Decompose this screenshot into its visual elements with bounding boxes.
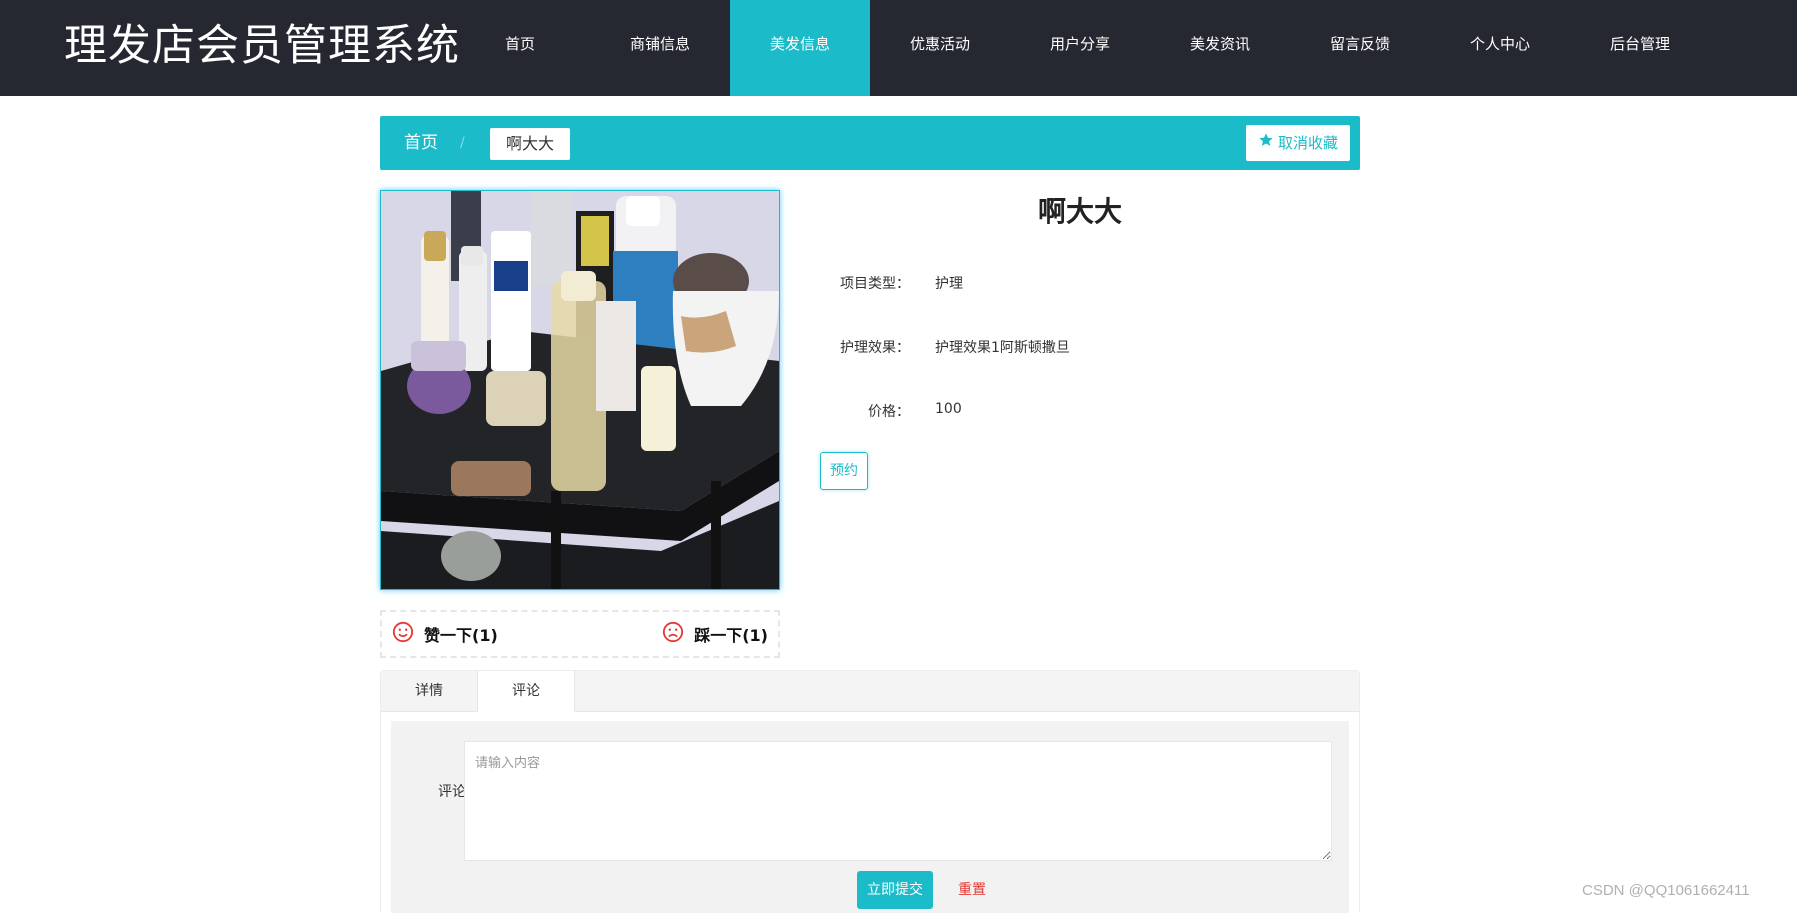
app-title: 理发店会员管理系统 — [64, 21, 460, 71]
comment-form: 评论 立即提交 重置 — [391, 721, 1349, 913]
info-label-type: 项目类型： — [840, 276, 910, 292]
product-title: 啊大大 — [1037, 195, 1122, 228]
info-row-price: 价格： 100 — [820, 401, 1340, 425]
info-label-effect: 护理效果： — [840, 340, 910, 356]
watermark: CSDN @QQ1061662411 — [1582, 882, 1750, 899]
unfavorite-label: 取消收藏 — [1277, 134, 1338, 152]
info-value-effect: 护理效果1阿斯顿撒旦 — [935, 340, 1070, 356]
product-image — [380, 190, 780, 590]
info-label-price: 价格： — [868, 404, 910, 420]
breadcrumb: 首页 / 啊大大 取消收藏 — [380, 116, 1360, 170]
dislike-label: 踩一下(1) — [694, 626, 768, 645]
smile-icon — [392, 621, 414, 647]
nav-item-home[interactable]: 首页 — [450, 0, 590, 96]
tabs-container: 详情 评论 评论 立即提交 重置 — [380, 670, 1360, 913]
info-row-type: 项目类型： 护理 — [820, 273, 1340, 297]
nav-item-promotions[interactable]: 优惠活动 — [870, 0, 1010, 96]
breadcrumb-home[interactable]: 首页 — [404, 116, 438, 170]
top-header: 理发店会员管理系统 首页 商铺信息 美发信息 优惠活动 用户分享 美发资讯 留言… — [0, 0, 1797, 96]
like-button[interactable]: 赞一下(1) — [392, 612, 498, 656]
nav-item-admin[interactable]: 后台管理 — [1570, 0, 1710, 96]
frown-icon — [662, 621, 684, 647]
book-button[interactable]: 预约 — [820, 452, 868, 490]
comment-label: 评论 — [438, 784, 466, 800]
nav-item-hair-info[interactable]: 美发信息 — [730, 0, 870, 96]
tab-details[interactable]: 详情 — [381, 671, 477, 711]
nav-item-user-share[interactable]: 用户分享 — [1010, 0, 1150, 96]
vote-box: 赞一下(1) 踩一下(1) — [380, 610, 780, 658]
nav-item-profile[interactable]: 个人中心 — [1430, 0, 1570, 96]
dislike-button[interactable]: 踩一下(1) — [662, 612, 768, 656]
tab-comments[interactable]: 评论 — [477, 671, 575, 712]
info-row-effect: 护理效果： 护理效果1阿斯顿撒旦 — [820, 337, 1340, 361]
reset-button[interactable]: 重置 — [947, 871, 997, 909]
nav-item-feedback[interactable]: 留言反馈 — [1290, 0, 1430, 96]
breadcrumb-current: 啊大大 — [490, 128, 571, 160]
star-icon — [1258, 125, 1274, 161]
info-value-type: 护理 — [935, 276, 963, 292]
tab-header: 详情 评论 — [381, 671, 1359, 712]
nav-item-hair-news[interactable]: 美发资讯 — [1150, 0, 1290, 96]
comment-input[interactable] — [464, 741, 1332, 861]
like-label: 赞一下(1) — [424, 626, 498, 645]
main-nav: 首页 商铺信息 美发信息 优惠活动 用户分享 美发资讯 留言反馈 个人中心 后台… — [450, 0, 1710, 96]
submit-button[interactable]: 立即提交 — [857, 871, 933, 909]
nav-item-shop-info[interactable]: 商铺信息 — [590, 0, 730, 96]
breadcrumb-separator: / — [460, 135, 465, 151]
unfavorite-button[interactable]: 取消收藏 — [1245, 125, 1350, 161]
info-value-price: 100 — [935, 401, 962, 417]
